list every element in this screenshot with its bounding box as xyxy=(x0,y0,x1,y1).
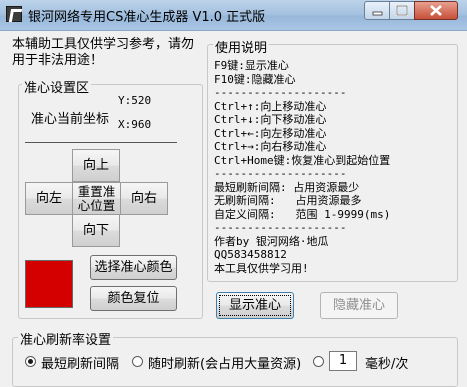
minimize-button[interactable] xyxy=(364,1,390,20)
usage-title: 使用说明 xyxy=(213,37,270,56)
usage-line: 作者by 银河网络·地瓜 xyxy=(214,234,329,248)
usage-line: 无刷新间隔: 占用资源最多 xyxy=(214,194,362,207)
usage-line: Ctrl+→:向右移动准心 xyxy=(214,140,327,153)
minimize-icon xyxy=(372,11,383,16)
random-refresh-radio[interactable] xyxy=(132,356,143,367)
maximize-icon xyxy=(396,5,408,16)
coord-label: 准心当前坐标 xyxy=(31,112,110,127)
random-refresh-label: 随时刷新(会占用大量资源) xyxy=(148,357,302,372)
shortest-interval-radio[interactable] xyxy=(25,356,36,367)
usage-line: -------------------- xyxy=(214,221,347,234)
color-reset-button[interactable]: 颜色复位 xyxy=(90,286,177,311)
color-swatch xyxy=(25,260,73,308)
move-up-button[interactable]: 向上 xyxy=(72,149,120,182)
close-icon xyxy=(430,5,442,16)
crosshair-settings-title: 准心设置区 xyxy=(22,77,92,96)
move-right-button[interactable]: 向右 xyxy=(120,182,168,215)
disclaimer-text: 本辅助工具仅供学习参考，请勿用于非法用途！ xyxy=(12,37,195,68)
usage-line: 自定义间隔: 范围 1-9999(ms) xyxy=(214,207,391,221)
maximize-button[interactable] xyxy=(389,1,415,20)
usage-line: -------------------- xyxy=(214,86,347,99)
select-color-button[interactable]: 选择准心颜色 xyxy=(90,255,177,280)
usage-line: Ctrl+Home键:恢复准心到起始位置 xyxy=(214,153,391,167)
show-crosshair-button[interactable]: 显示准心 xyxy=(216,292,294,319)
usage-line: F10键:隐藏准心 xyxy=(214,72,296,86)
app-icon xyxy=(6,6,22,22)
shortest-interval-label: 最短刷新间隔 xyxy=(41,357,120,372)
title-bar[interactable]: 银河网络专用CS准心生成器 V1.0 正式版 xyxy=(0,0,467,31)
usage-line: -------------------- xyxy=(214,167,347,180)
usage-line: 最短刷新间隔: 占用资源最少 xyxy=(214,180,360,194)
hide-crosshair-button[interactable]: 隐藏准心 xyxy=(320,292,398,319)
window-title: 银河网络专用CS准心生成器 V1.0 正式版 xyxy=(28,10,266,25)
y-coordinate: Y:520 xyxy=(118,94,152,107)
interval-input[interactable]: 1 xyxy=(329,351,357,371)
custom-interval-radio[interactable] xyxy=(313,356,324,367)
divider xyxy=(25,142,177,143)
usage-line: Ctrl+↓:向下移动准心 xyxy=(214,113,327,126)
usage-line: Ctrl+←:向左移动准心 xyxy=(214,126,327,140)
refresh-rate-title: 准心刷新率设置 xyxy=(18,329,114,348)
usage-line: 本工具仅供学习用! xyxy=(214,261,309,275)
x-coordinate: X:960 xyxy=(118,118,152,131)
usage-line: F9键:显示准心 xyxy=(214,59,289,72)
usage-text: F9键:显示准心 F10键:隐藏准心 -------------------- Ctr… xyxy=(214,59,454,275)
move-down-button[interactable]: 向下 xyxy=(72,214,120,247)
move-left-button[interactable]: 向左 xyxy=(25,182,73,215)
close-button[interactable] xyxy=(414,1,458,20)
usage-line: QQ583458812 xyxy=(214,248,287,261)
reset-position-button[interactable]: 重置准心位置 xyxy=(72,182,121,215)
interval-unit-label: 毫秒/次 xyxy=(365,357,409,372)
usage-line: Ctrl+↑:向上移动准心 xyxy=(214,99,327,113)
